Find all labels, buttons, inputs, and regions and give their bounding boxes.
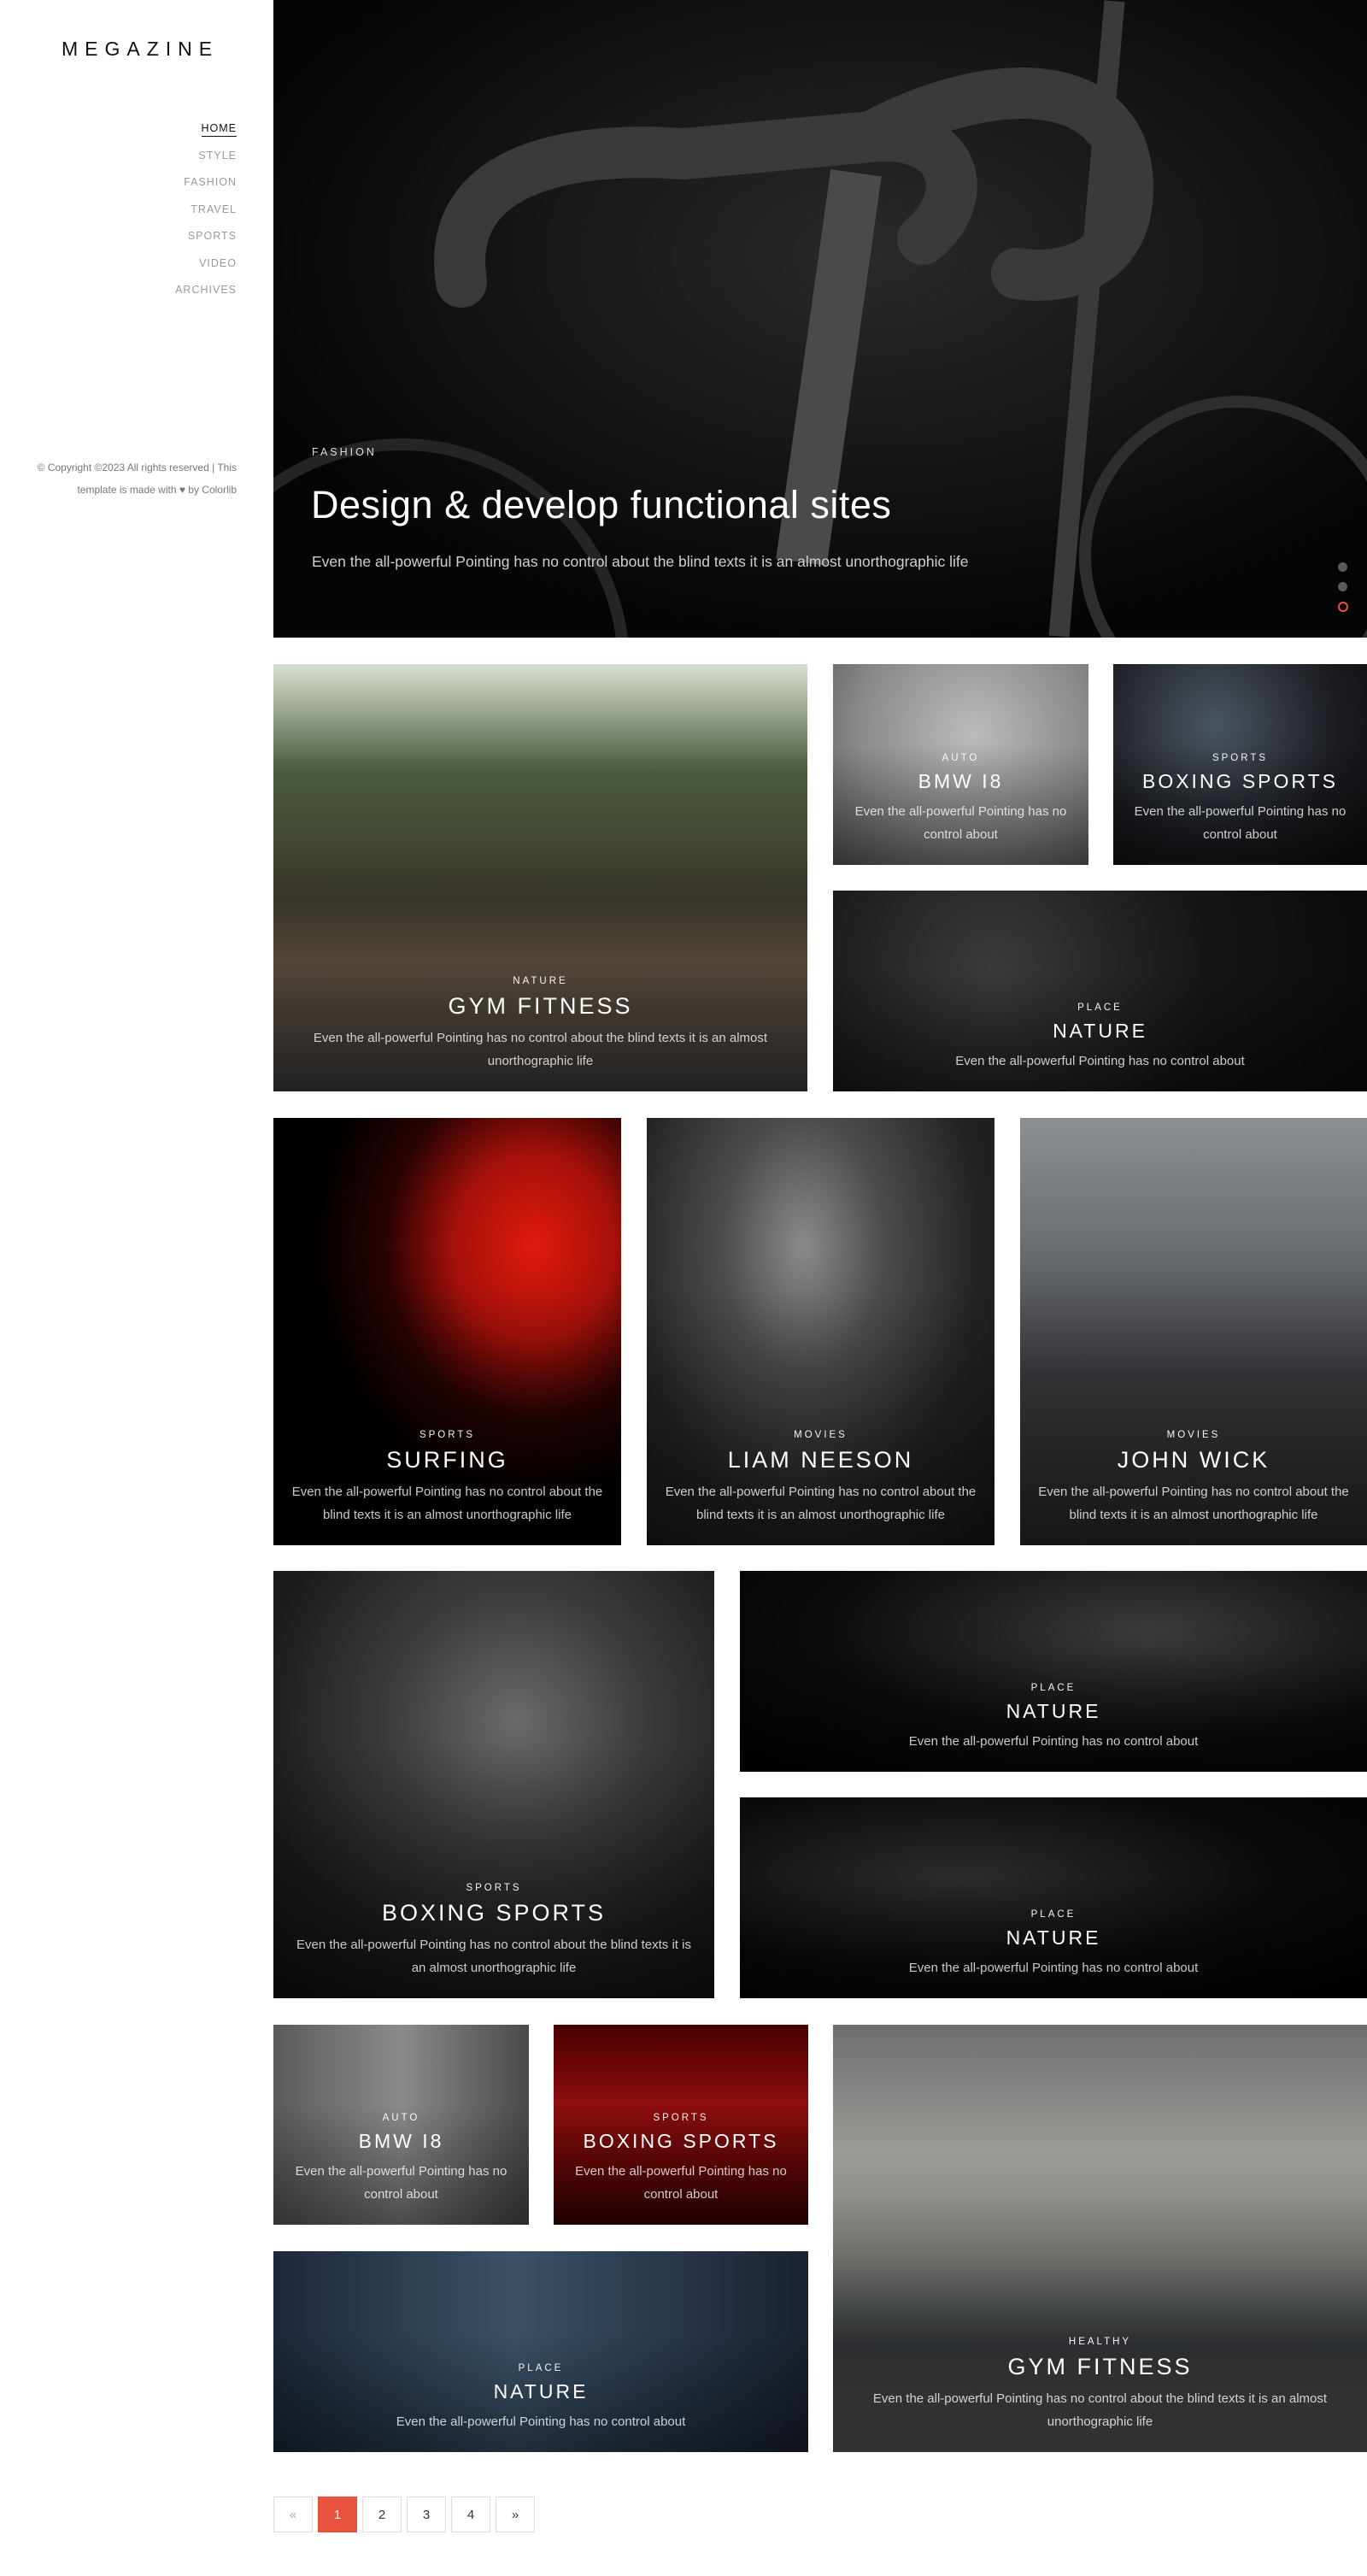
card-caption: PLACE NATURE Even the all-powerful Point… xyxy=(850,1003,1350,1073)
card-description: Even the all-powerful Pointing has no co… xyxy=(908,1961,1199,1975)
copyright-text: © Copyright ©2023 All rights reserved | … xyxy=(37,462,237,496)
card-description: Even the all-powerful Pointing has no co… xyxy=(295,2164,507,2202)
card-caption: PLACE NATURE Even the all-powerful Point… xyxy=(757,1909,1350,1979)
post-card[interactable]: PLACE NATURE Even the all-powerful Point… xyxy=(833,891,1367,1091)
card-category[interactable]: NATURE xyxy=(290,976,790,986)
card-description: Even the all-powerful Pointing has no co… xyxy=(396,2414,686,2429)
post-card[interactable]: PLACE NATURE Even the all-powerful Point… xyxy=(740,1571,1367,1772)
nav-item-sports[interactable]: SPORTS xyxy=(175,227,237,255)
card-category[interactable]: PLACE xyxy=(850,1003,1350,1013)
card-title[interactable]: BMW I8 xyxy=(850,770,1071,793)
site-logo[interactable]: MEGAZINE xyxy=(62,38,219,61)
card-caption: AUTO BMW I8 Even the all-powerful Pointi… xyxy=(290,2113,512,2206)
slider-dot-active[interactable] xyxy=(1338,602,1348,612)
hero-title[interactable]: Design & develop functional sites xyxy=(311,483,891,527)
nav-item-travel[interactable]: TRAVEL xyxy=(175,201,237,228)
card-caption: SPORTS BOXING SPORTS Even the all-powerf… xyxy=(1130,753,1350,846)
nav-item-home[interactable]: HOME xyxy=(175,120,237,147)
post-card[interactable]: SPORTS SURFING Even the all-powerful Poi… xyxy=(273,1118,621,1545)
pagination-prev[interactable]: « xyxy=(273,2497,313,2532)
card-category[interactable]: SPORTS xyxy=(290,1883,697,1893)
card-title[interactable]: NATURE xyxy=(850,1020,1350,1043)
card-description: Even the all-powerful Pointing has no co… xyxy=(908,1734,1199,1749)
card-description: Even the all-powerful Pointing has no co… xyxy=(291,1485,603,1522)
hero-subtitle: Even the all-powerful Pointing has no co… xyxy=(312,553,969,570)
card-title[interactable]: NATURE xyxy=(290,2380,791,2403)
card-category[interactable]: AUTO xyxy=(290,2113,512,2123)
post-card[interactable]: AUTO BMW I8 Even the all-powerful Pointi… xyxy=(273,2025,529,2225)
pagination-page-1[interactable]: 1 xyxy=(318,2497,357,2532)
pagination-page-3[interactable]: 3 xyxy=(407,2497,446,2532)
card-category[interactable]: MOVIES xyxy=(1037,1430,1350,1440)
pagination: « 1 2 3 4 » xyxy=(273,2497,535,2532)
card-category[interactable]: AUTO xyxy=(850,753,1071,763)
pagination-page-4[interactable]: 4 xyxy=(451,2497,490,2532)
card-title[interactable]: SURFING xyxy=(290,1447,604,1473)
pagination-next[interactable]: » xyxy=(496,2497,535,2532)
card-title[interactable]: BMW I8 xyxy=(290,2130,512,2153)
card-title[interactable]: BOXING SPORTS xyxy=(1130,770,1350,793)
card-caption: PLACE NATURE Even the all-powerful Point… xyxy=(757,1683,1350,1753)
hero-slider[interactable]: FASHION Design & develop functional site… xyxy=(273,0,1367,638)
card-category[interactable]: MOVIES xyxy=(664,1430,977,1440)
nav-item-archives[interactable]: ARCHIVES xyxy=(175,281,237,309)
card-description: Even the all-powerful Pointing has no co… xyxy=(1038,1485,1349,1522)
card-caption: MOVIES LIAM NEESON Even the all-powerful… xyxy=(664,1430,977,1526)
card-title[interactable]: NATURE xyxy=(757,1926,1350,1950)
hero-bicycle-image xyxy=(273,0,1367,638)
card-caption: PLACE NATURE Even the all-powerful Point… xyxy=(290,2363,791,2433)
pagination-page-2[interactable]: 2 xyxy=(362,2497,402,2532)
card-description: Even the all-powerful Pointing has no co… xyxy=(872,2391,1328,2429)
card-description: Even the all-powerful Pointing has no co… xyxy=(665,1485,977,1522)
card-category[interactable]: PLACE xyxy=(757,1683,1350,1693)
card-title[interactable]: BOXING SPORTS xyxy=(290,1900,697,1926)
card-description: Even the all-powerful Pointing has no co… xyxy=(955,1054,1245,1068)
nav-item-video[interactable]: VIDEO xyxy=(175,255,237,282)
post-card[interactable]: PLACE NATURE Even the all-powerful Point… xyxy=(740,1797,1367,1998)
card-caption: SPORTS BOXING SPORTS Even the all-powerf… xyxy=(290,1883,697,1979)
card-caption: SPORTS SURFING Even the all-powerful Poi… xyxy=(290,1430,604,1526)
nav-item-style[interactable]: STYLE xyxy=(175,147,237,174)
nav-item-fashion[interactable]: FASHION xyxy=(175,173,237,201)
card-category[interactable]: HEALTHY xyxy=(850,2337,1350,2347)
card-description: Even the all-powerful Pointing has no co… xyxy=(1134,804,1346,842)
card-title[interactable]: GYM FITNESS xyxy=(850,2354,1350,2380)
card-caption: HEALTHY GYM FITNESS Even the all-powerfu… xyxy=(850,2337,1350,2433)
post-card[interactable]: SPORTS BOXING SPORTS Even the all-powerf… xyxy=(273,1571,714,1998)
card-description: Even the all-powerful Pointing has no co… xyxy=(575,2164,787,2202)
card-caption: NATURE GYM FITNESS Even the all-powerful… xyxy=(290,976,790,1073)
slider-dot[interactable] xyxy=(1338,562,1347,572)
card-category[interactable]: PLACE xyxy=(757,1909,1350,1920)
card-category[interactable]: PLACE xyxy=(290,2363,791,2373)
card-category[interactable]: SPORTS xyxy=(571,2113,791,2123)
card-description: Even the all-powerful Pointing has no co… xyxy=(854,804,1067,842)
card-caption: MOVIES JOHN WICK Even the all-powerful P… xyxy=(1037,1430,1350,1526)
post-card[interactable]: HEALTHY GYM FITNESS Even the all-powerfu… xyxy=(833,2025,1367,2452)
post-card[interactable]: MOVIES LIAM NEESON Even the all-powerful… xyxy=(647,1118,994,1545)
card-category[interactable]: SPORTS xyxy=(290,1430,604,1440)
card-caption: SPORTS BOXING SPORTS Even the all-powerf… xyxy=(571,2113,791,2206)
card-title[interactable]: GYM FITNESS xyxy=(290,993,790,1020)
card-caption: AUTO BMW I8 Even the all-powerful Pointi… xyxy=(850,753,1071,846)
post-card[interactable]: PLACE NATURE Even the all-powerful Point… xyxy=(273,2251,808,2452)
post-card[interactable]: SPORTS BOXING SPORTS Even the all-powerf… xyxy=(1113,664,1367,865)
slider-dots xyxy=(1338,562,1348,622)
post-card[interactable]: AUTO BMW I8 Even the all-powerful Pointi… xyxy=(833,664,1088,865)
post-card[interactable]: NATURE GYM FITNESS Even the all-powerful… xyxy=(273,664,807,1091)
card-title[interactable]: NATURE xyxy=(757,1700,1350,1723)
card-title[interactable]: LIAM NEESON xyxy=(664,1447,977,1473)
slider-dot[interactable] xyxy=(1338,582,1347,591)
card-description: Even the all-powerful Pointing has no co… xyxy=(313,1031,768,1068)
hero-category[interactable]: FASHION xyxy=(312,446,377,458)
post-card[interactable]: SPORTS BOXING SPORTS Even the all-powerf… xyxy=(554,2025,808,2225)
card-title[interactable]: JOHN WICK xyxy=(1037,1447,1350,1473)
post-card[interactable]: MOVIES JOHN WICK Even the all-powerful P… xyxy=(1020,1118,1367,1545)
card-category[interactable]: SPORTS xyxy=(1130,753,1350,763)
card-title[interactable]: BOXING SPORTS xyxy=(571,2130,791,2153)
main-nav: HOME STYLE FASHION TRAVEL SPORTS VIDEO A… xyxy=(175,120,237,309)
sidebar: MEGAZINE HOME STYLE FASHION TRAVEL SPORT… xyxy=(0,0,273,2576)
card-description: Even the all-powerful Pointing has no co… xyxy=(296,1938,691,1975)
